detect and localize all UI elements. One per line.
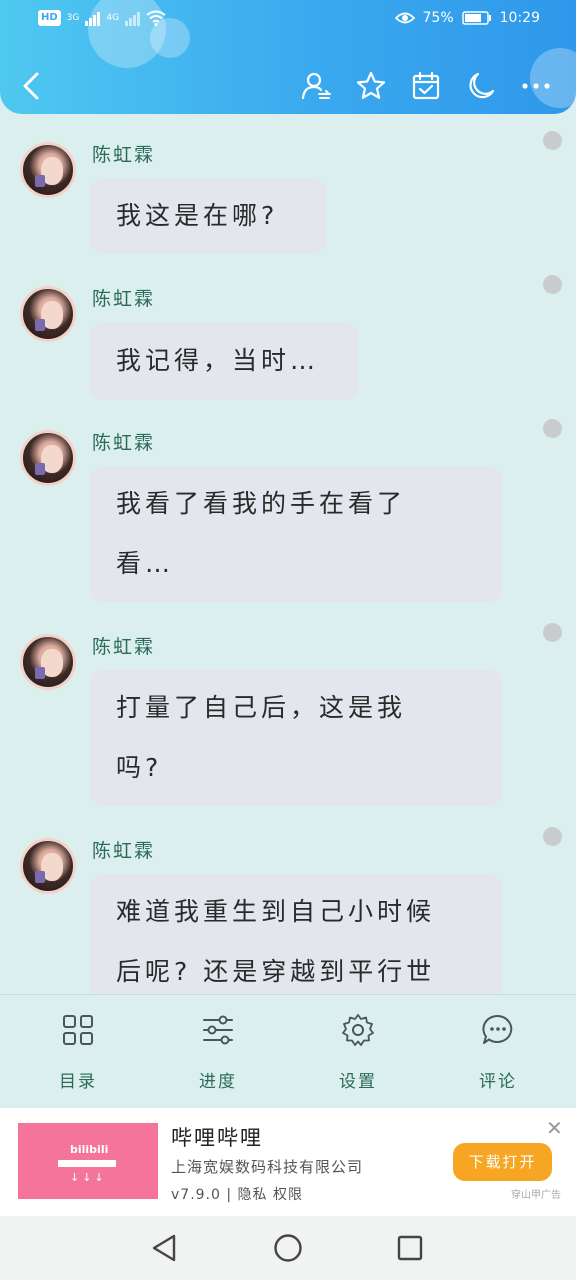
wifi-icon xyxy=(146,10,166,26)
toolbar-label: 目录 xyxy=(59,1072,97,1092)
toolbar-label: 进度 xyxy=(199,1072,237,1092)
message-line: 看… xyxy=(116,549,175,578)
nav-home-button[interactable] xyxy=(268,1230,308,1266)
message-line: 吗? xyxy=(116,753,163,782)
avatar[interactable] xyxy=(20,634,76,690)
ad-image-strip xyxy=(58,1160,116,1167)
battery-percent: 75% xyxy=(422,10,454,26)
moon-icon xyxy=(469,72,495,99)
user-switch-icon xyxy=(301,72,331,100)
message-line: 我记得，当时… xyxy=(116,346,320,375)
message-bubble[interactable]: 我看了看我的手在看了 看… xyxy=(90,466,502,602)
message-line: 我看了看我的手在看了 xyxy=(116,489,407,518)
network-3g: 3G xyxy=(66,13,80,23)
status-dot xyxy=(543,275,562,294)
nav-back-button[interactable] xyxy=(144,1230,184,1266)
star-icon xyxy=(356,71,386,99)
toolbar-settings-button[interactable]: 设置 xyxy=(308,1013,408,1092)
message-line: 我这是在哪? xyxy=(116,201,279,230)
ad-download-button[interactable]: 下载打开 xyxy=(453,1143,552,1181)
signal-icon xyxy=(125,10,141,26)
network-4g: 4G xyxy=(106,13,120,23)
sliders-icon xyxy=(203,1015,233,1045)
ad-source-tag: 穿山甲广告 xyxy=(511,1190,561,1201)
nav-recents-button[interactable] xyxy=(390,1230,430,1266)
bookmark-star-button[interactable] xyxy=(351,66,391,106)
toolbar-label: 评论 xyxy=(479,1072,517,1092)
calendar-check-icon xyxy=(412,71,440,100)
checkin-button[interactable] xyxy=(406,66,446,106)
close-icon[interactable]: ✕ xyxy=(546,1116,563,1140)
more-icon xyxy=(522,83,550,89)
sender-name: 陈虹霖 xyxy=(92,144,156,166)
back-icon xyxy=(23,72,39,100)
toolbar-label: 设置 xyxy=(339,1072,377,1092)
toolbar-comment-button[interactable]: 评论 xyxy=(448,1013,548,1092)
battery-icon xyxy=(461,11,491,25)
ad-meta[interactable]: v7.9.0 | 隐私 权限 xyxy=(171,1184,303,1204)
eye-icon xyxy=(394,12,415,24)
ad-image[interactable]: bilibili ↓↓↓ xyxy=(18,1123,158,1199)
sender-name: 陈虹霖 xyxy=(92,636,156,658)
toolbar-progress-button[interactable]: 进度 xyxy=(168,1013,268,1092)
gear-icon xyxy=(342,1014,374,1046)
clock: 10:29 xyxy=(499,10,540,26)
message-bubble[interactable]: 打量了自己后，这是我 吗? xyxy=(90,670,502,806)
status-dot xyxy=(543,827,562,846)
sender-name: 陈虹霖 xyxy=(92,288,156,310)
reader-header xyxy=(0,58,576,112)
status-dot xyxy=(543,131,562,150)
more-button[interactable] xyxy=(516,66,556,106)
hd-badge: HD xyxy=(38,10,61,26)
message-line: 打量了自己后，这是我 xyxy=(116,693,407,722)
ad-title: 哔哩哔哩 xyxy=(171,1126,263,1150)
night-mode-button[interactable] xyxy=(461,66,501,106)
message-bubble[interactable]: 难道我重生到自己小时候 后呢? 还是穿越到平行世 xyxy=(90,874,502,994)
circle-home-icon xyxy=(274,1234,302,1262)
back-button[interactable] xyxy=(12,66,52,106)
chat-list[interactable]: 陈虹霖 我这是在哪? 陈虹霖 我记得，当时… 陈虹霖 我看了看我的手在看了 看…… xyxy=(0,114,576,994)
ad-company: 上海宽娱数码科技有限公司 xyxy=(171,1158,364,1176)
message-line: 后呢? 还是穿越到平行世 xyxy=(116,957,436,986)
user-switch-button[interactable] xyxy=(296,66,336,106)
sender-name: 陈虹霖 xyxy=(92,840,156,862)
avatar[interactable] xyxy=(20,430,76,486)
system-nav-bar xyxy=(0,1216,576,1280)
bilibili-logo: bilibili xyxy=(70,1143,109,1156)
triangle-back-icon xyxy=(152,1234,176,1262)
status-dot xyxy=(543,623,562,642)
message-bubble[interactable]: 我这是在哪? xyxy=(90,178,326,254)
ad-banner[interactable]: bilibili ↓↓↓ 哔哩哔哩 上海宽娱数码科技有限公司 v7.9.0 | … xyxy=(0,1108,576,1216)
sender-name: 陈虹霖 xyxy=(92,432,156,454)
avatar[interactable] xyxy=(20,142,76,198)
comment-icon xyxy=(482,1014,513,1044)
avatar[interactable] xyxy=(20,838,76,894)
grid-icon xyxy=(63,1015,93,1045)
status-bar: HD 3G 4G 75% 10:29 xyxy=(0,8,576,32)
reader-toolbar: 目录 进度 设置 评论 xyxy=(0,994,576,1109)
down-arrows-icon: ↓↓↓ xyxy=(70,1171,107,1184)
toolbar-catalog-button[interactable]: 目录 xyxy=(28,1013,128,1092)
avatar[interactable] xyxy=(20,286,76,342)
square-recents-icon xyxy=(397,1235,423,1261)
message-bubble[interactable]: 我记得，当时… xyxy=(90,322,358,400)
top-bar: HD 3G 4G 75% 10:29 xyxy=(0,0,576,114)
signal-icon xyxy=(85,10,101,26)
status-dot xyxy=(543,419,562,438)
message-line: 难道我重生到自己小时候 xyxy=(116,897,436,926)
